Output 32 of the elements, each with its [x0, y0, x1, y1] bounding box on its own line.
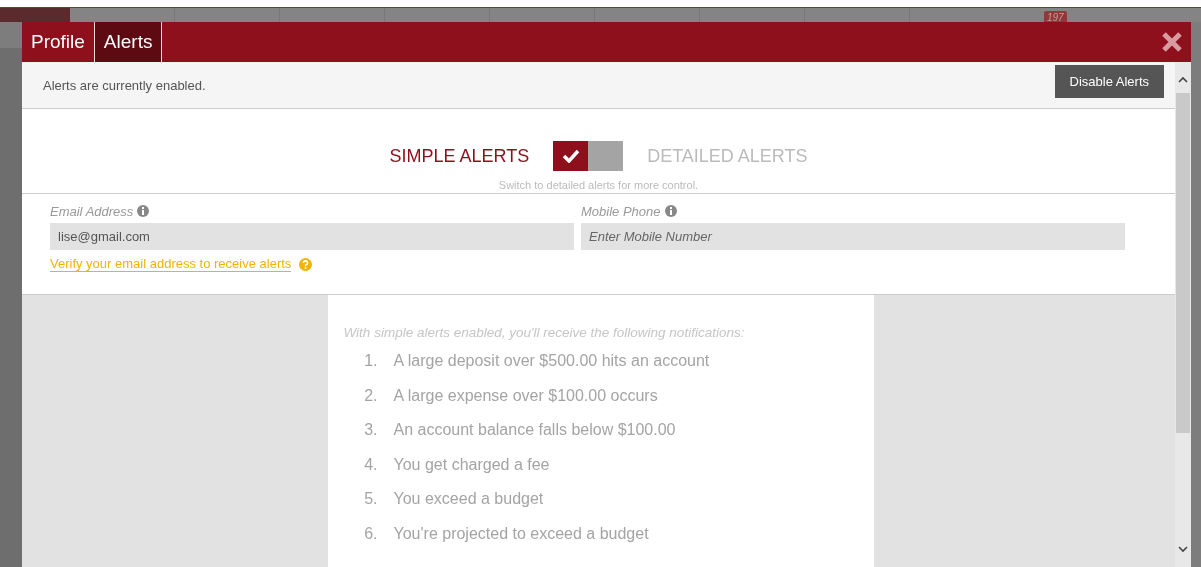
- notification-text: You exceed a budget: [393, 490, 544, 508]
- scroll-up-icon[interactable]: [1178, 76, 1188, 83]
- notification-text: You get charged a fee: [393, 455, 550, 474]
- intro-text: With simple alerts enabled, you'll receive the following notifications:: [343, 325, 746, 340]
- mode-label: SIMPLE ALERTS: [389, 145, 530, 167]
- disable-alerts-button[interactable]: Disable Alerts: [1054, 64, 1164, 98]
- logo-tile[interactable]: [0, 8, 70, 22]
- info-icon[interactable]: [664, 205, 677, 217]
- field-label: Email Address: [50, 203, 134, 219]
- list-number: 5.: [363, 490, 379, 508]
- scroll-down-icon[interactable]: [1178, 546, 1188, 553]
- list-number: 6.: [363, 524, 379, 543]
- input-field[interactable]: Enter Mobile Number: [581, 223, 1125, 250]
- notification-text: An account balance falls below $100.00: [393, 421, 676, 439]
- notification-text: A large expense over $100.00 occurs: [393, 386, 658, 405]
- mode-label: DETAILED ALERTS: [647, 145, 808, 167]
- notification-text: You're projected to exceed a budget: [393, 524, 649, 543]
- list-number: 3.: [363, 421, 379, 439]
- tab[interactable]: Alerts: [94, 22, 163, 62]
- help-icon[interactable]: [299, 257, 313, 271]
- input-field[interactable]: lise@gmail.com: [50, 223, 574, 250]
- list-number: 4.: [363, 455, 379, 474]
- notification-text: A large deposit over $500.00 hits an account: [393, 352, 710, 370]
- info-icon[interactable]: [137, 205, 150, 217]
- check-icon: [561, 149, 580, 163]
- status-text: Alerts are currently enabled.: [43, 77, 206, 93]
- close-icon[interactable]: [1161, 31, 1183, 53]
- list-number: 2.: [363, 386, 379, 405]
- hint-text: Switch to detailed alerts for more control.: [497, 178, 700, 193]
- field-label: Mobile Phone: [581, 203, 661, 219]
- list-number: 1.: [363, 352, 379, 370]
- mode-toggle[interactable]: [553, 141, 624, 171]
